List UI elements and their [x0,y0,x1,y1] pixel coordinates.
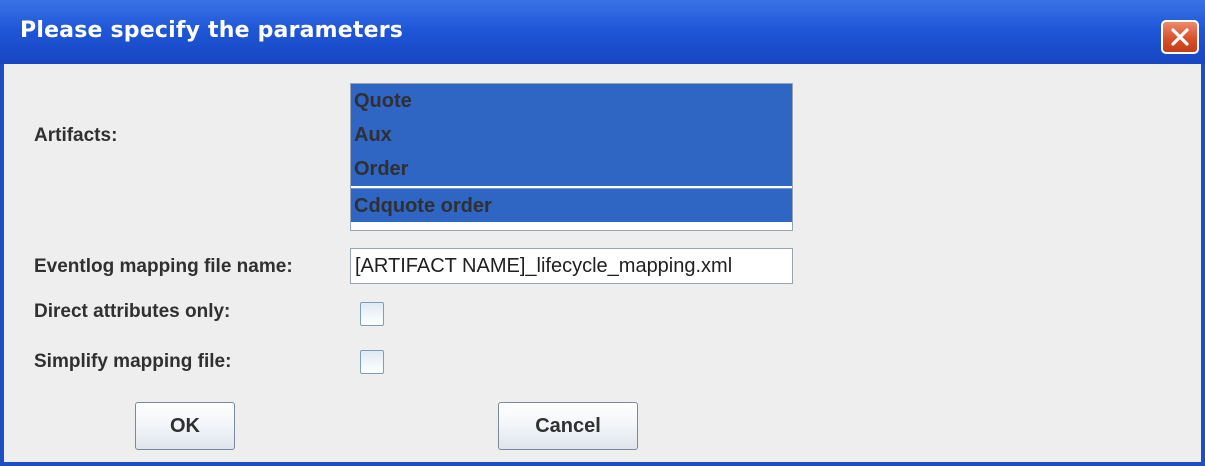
title-bar[interactable]: Please specify the parameters [0,0,1205,64]
list-item[interactable]: Quote [351,84,792,118]
close-icon [1170,27,1190,47]
cancel-button[interactable]: Cancel [498,402,638,450]
list-item[interactable]: Order [351,152,792,186]
artifacts-label: Artifacts: [34,125,118,146]
list-item[interactable]: Cdquote order [351,188,792,222]
cancel-button-label: Cancel [535,414,601,437]
artifacts-list[interactable]: Quote Aux Order Cdquote order [350,83,793,231]
eventlog-mapping-label: Eventlog mapping file name: [34,256,293,277]
ok-button[interactable]: OK [135,402,235,450]
dialog-title: Please specify the parameters [20,18,404,43]
dialog-window: Please specify the parameters Artifacts:… [0,0,1205,466]
eventlog-mapping-field[interactable]: [ARTIFACT NAME]_lifecycle_mapping.xml [350,248,793,284]
simplify-mapping-checkbox[interactable] [360,350,384,374]
direct-attributes-label: Direct attributes only: [34,301,231,322]
ok-button-label: OK [170,414,200,437]
close-button[interactable] [1161,20,1199,54]
direct-attributes-checkbox[interactable] [360,302,384,326]
list-item[interactable]: Aux [351,118,792,152]
simplify-mapping-label: Simplify mapping file: [34,351,232,372]
